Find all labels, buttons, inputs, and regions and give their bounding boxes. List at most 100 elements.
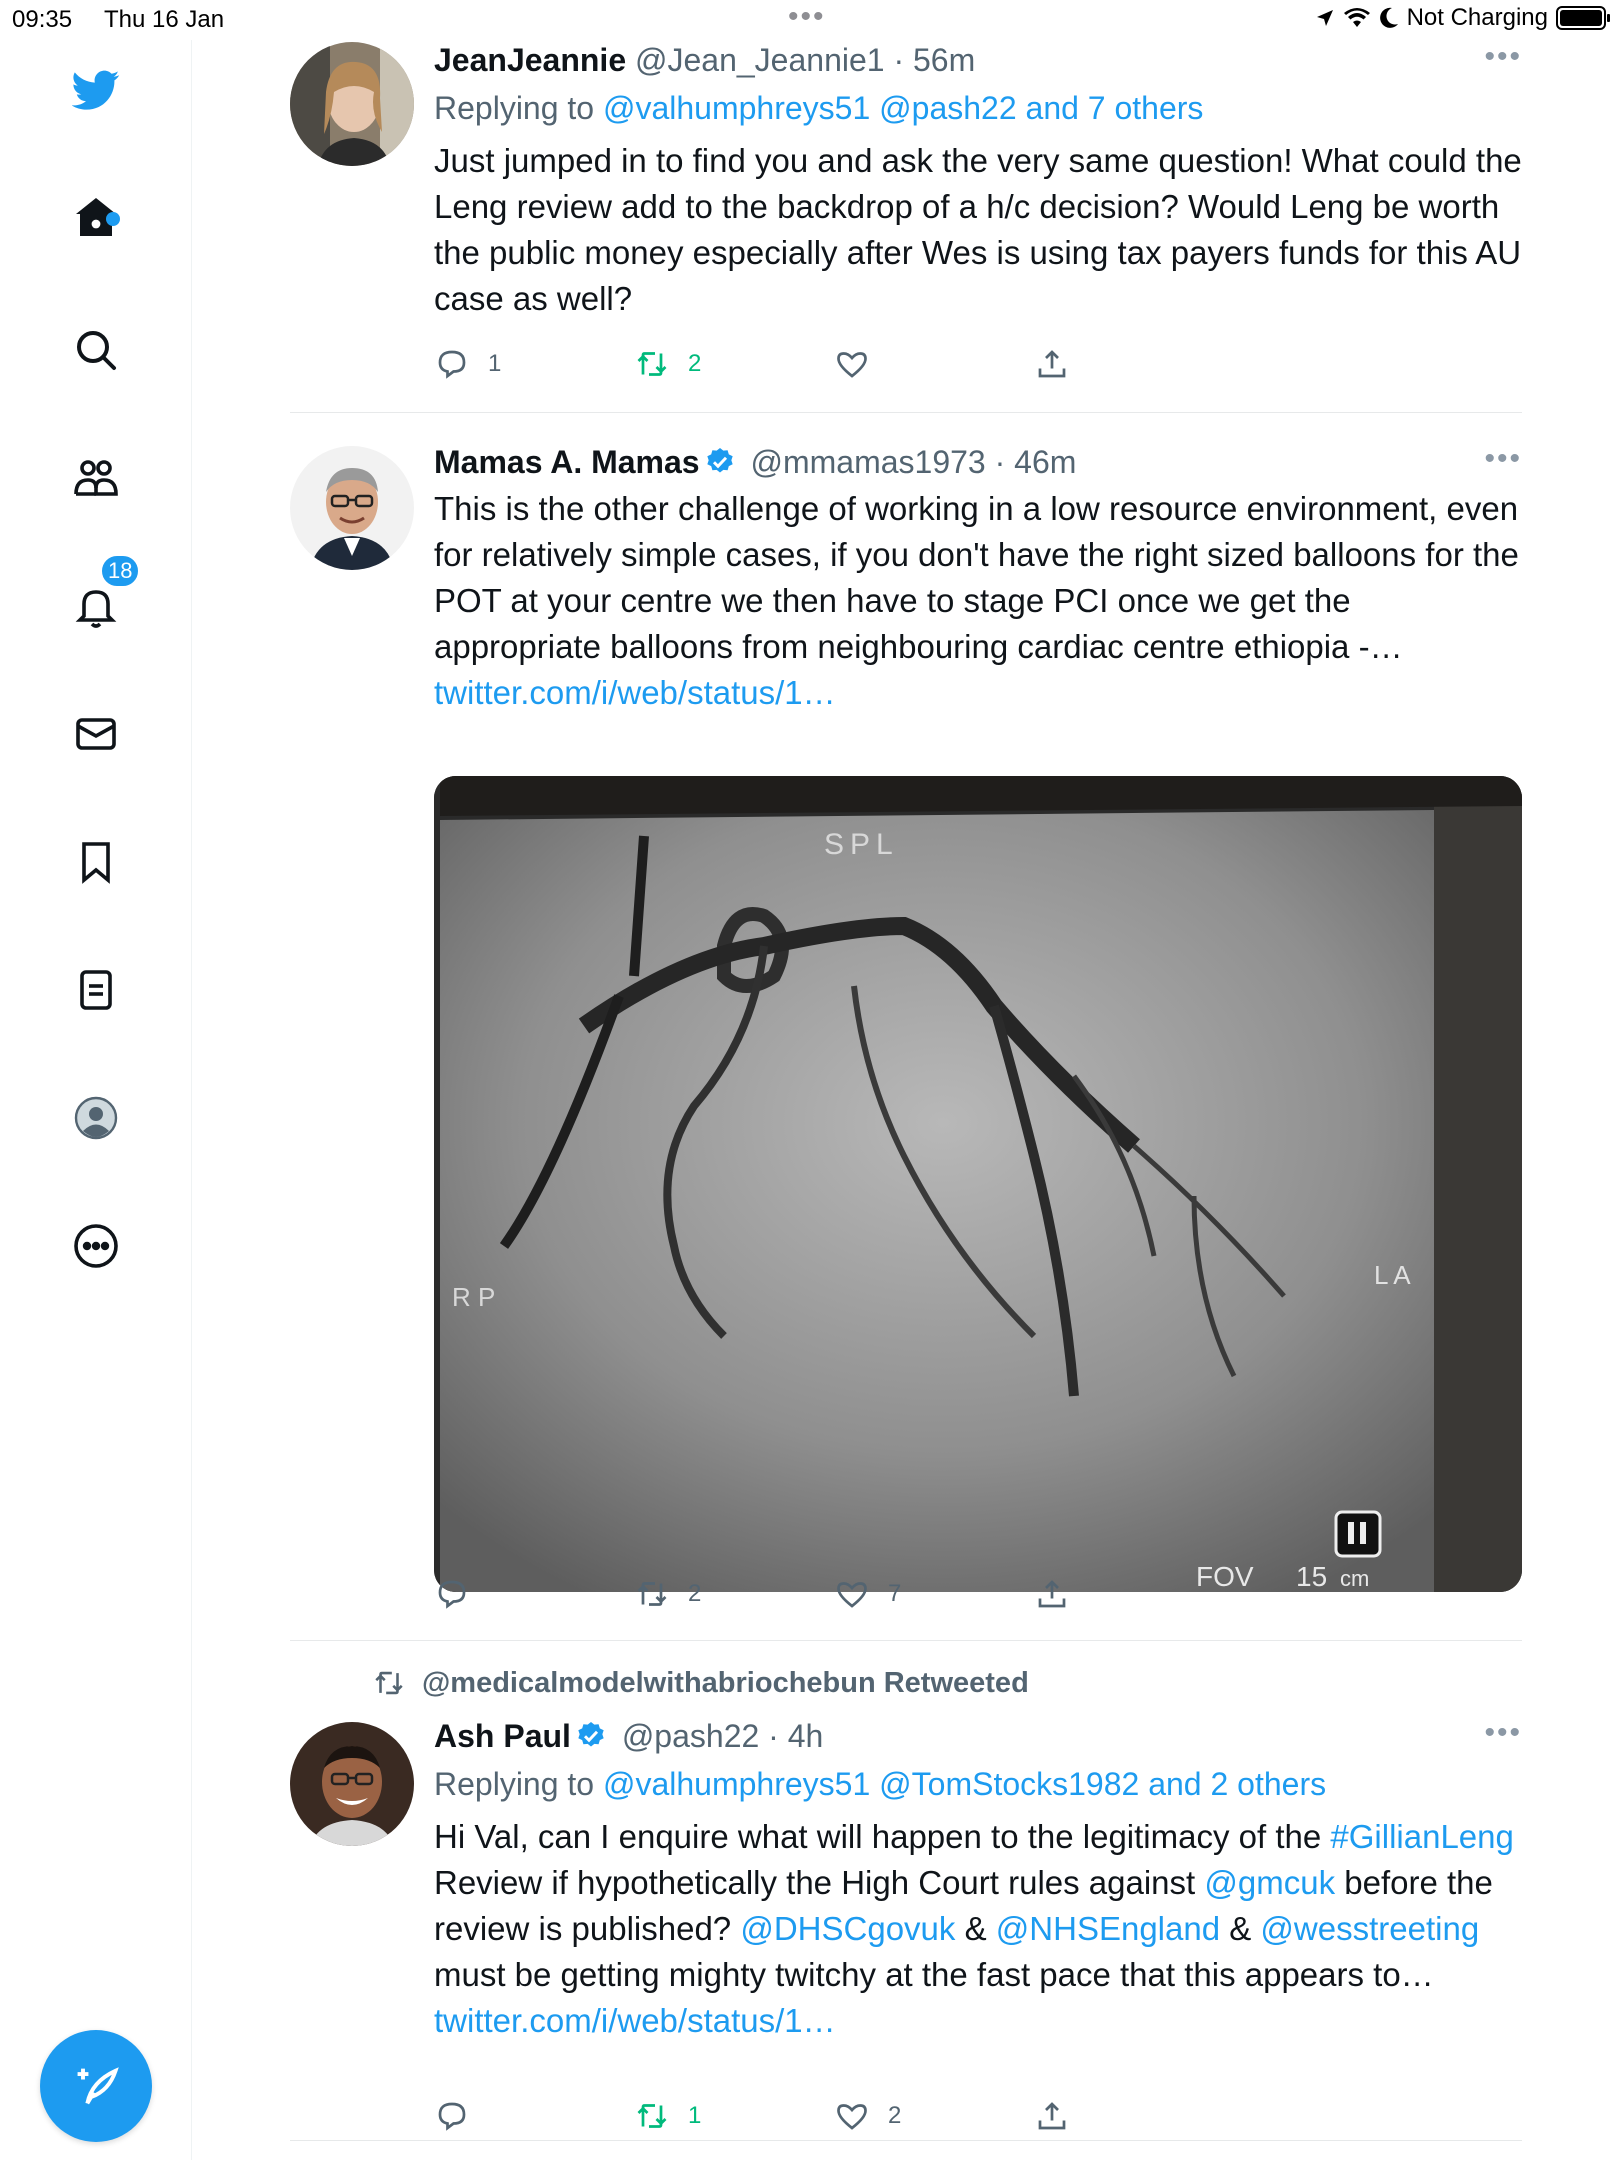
- tweet-text-part: &: [955, 1910, 996, 1947]
- retweet-count: 2: [688, 350, 702, 377]
- location-arrow-icon: [1316, 10, 1333, 26]
- pause-icon: [1334, 1510, 1382, 1558]
- tweet-link[interactable]: twitter.com/i/web/status/1…: [434, 2002, 836, 2039]
- search-icon[interactable]: [66, 320, 126, 380]
- battery-status-text: Not Charging: [1406, 4, 1548, 31]
- heart-icon: [837, 1582, 867, 1608]
- tweet-text: This is the other challenge of working i…: [434, 486, 1522, 716]
- replying-to-links[interactable]: @valhumphreys51 @pash22 and 7 others: [603, 90, 1203, 126]
- tweet-actions: 1 2: [434, 2098, 1134, 2138]
- tweet-text-body: This is the other challenge of working i…: [434, 490, 1519, 665]
- reply-icon: [438, 1580, 466, 1609]
- more-options-icon[interactable]: [66, 1216, 126, 1276]
- verified-badge-icon: [706, 448, 733, 473]
- share-icon: [1038, 2102, 1066, 2130]
- retweet-button[interactable]: 1: [634, 2098, 701, 2134]
- image-label-top: SPL: [824, 828, 899, 861]
- tweet-actions: 1 2: [434, 346, 1134, 386]
- like-button[interactable]: [834, 346, 888, 382]
- heart-icon: [837, 2104, 867, 2130]
- share-button[interactable]: [1034, 1576, 1070, 1612]
- tweet-header: Ash Paul @pash22 · 4h: [434, 1716, 1522, 1756]
- mention-link[interactable]: @wesstreeting: [1260, 1910, 1479, 1947]
- retweet-count: 2: [688, 1580, 702, 1607]
- tweet-text: Just jumped in to find you and ask the v…: [434, 142, 1522, 317]
- image-fov-value: 15: [1296, 1561, 1327, 1592]
- multitasking-dots-icon[interactable]: •••: [788, 0, 826, 34]
- tweet-time[interactable]: 56m: [913, 42, 975, 78]
- image-fov-label: FOV: [1196, 1561, 1254, 1592]
- retweet-button[interactable]: 2: [634, 1576, 701, 1612]
- compose-tweet-button[interactable]: [40, 2030, 152, 2142]
- reply-count: 1: [488, 350, 502, 377]
- twitter-logo-icon[interactable]: [66, 60, 126, 120]
- retweeted-by-label[interactable]: @medicalmodelwithabriochebun Retweeted: [422, 1667, 1029, 1700]
- notifications-badge: 18: [100, 554, 141, 588]
- author-handle[interactable]: @pash22: [622, 1718, 759, 1754]
- tweet-text-part: &: [1220, 1910, 1261, 1947]
- replying-to: Replying to @valhumphreys51 @TomStocks19…: [434, 1762, 1522, 1806]
- tweet-text-part: must be getting mighty twitchy at the fa…: [434, 1956, 1434, 1993]
- tweet-divider: [290, 2140, 1522, 2141]
- separator-dot: ·: [994, 444, 1015, 480]
- heart-icon: [837, 352, 867, 378]
- share-button[interactable]: [1034, 2098, 1070, 2134]
- bookmarks-icon[interactable]: [66, 832, 126, 892]
- tweet-image-angiogram[interactable]: SPL R P L A FOV 15 cm: [434, 776, 1522, 1592]
- replying-to: Replying to @valhumphreys51 @pash22 and …: [434, 86, 1522, 130]
- tweet-header: JeanJeannie @Jean_Jeannie1 · 56m: [434, 40, 1522, 80]
- status-bar: 09:35 Thu 16 Jan ••• Not Charging: [0, 0, 1620, 40]
- author-handle[interactable]: @Jean_Jeannie1: [635, 42, 885, 78]
- tweet-more-icon[interactable]: •••: [1484, 1716, 1522, 1750]
- replying-to-links[interactable]: @valhumphreys51 @TomStocks1982 and 2 oth…: [603, 1766, 1326, 1802]
- verified-badge-icon: [578, 1722, 604, 1747]
- mention-link[interactable]: @gmcuk: [1204, 1864, 1335, 1901]
- avatar[interactable]: [290, 1722, 414, 1846]
- reply-button[interactable]: [434, 1576, 488, 1612]
- tweet-time[interactable]: 46m: [1014, 444, 1076, 480]
- hashtag-link[interactable]: #GillianLeng: [1330, 1818, 1513, 1855]
- share-button[interactable]: [1034, 346, 1070, 382]
- compose-feather-icon: [77, 2067, 119, 2105]
- moon-icon: [1379, 7, 1398, 28]
- like-button[interactable]: 7: [834, 1576, 901, 1612]
- mention-link[interactable]: @NHSEngland: [996, 1910, 1220, 1947]
- tweet-text-part: Hi Val, can I enquire what will happen t…: [434, 1818, 1331, 1855]
- reply-icon: [438, 2102, 466, 2131]
- reply-button[interactable]: 1: [434, 346, 501, 382]
- image-label-right: L A: [1374, 1260, 1411, 1290]
- home-new-indicator: [106, 212, 120, 226]
- retweeted-by: @medicalmodelwithabriochebun Retweeted: [372, 1666, 1029, 1700]
- image-label-left: R P: [452, 1282, 495, 1312]
- communities-icon[interactable]: [66, 448, 126, 508]
- like-count: 7: [888, 1580, 902, 1607]
- tweet-text: Hi Val, can I enquire what will happen t…: [434, 1814, 1522, 2044]
- profile-avatar-icon[interactable]: [66, 1088, 126, 1148]
- author-handle[interactable]: @mmamas1973: [750, 444, 985, 480]
- retweet-icon: [637, 352, 667, 376]
- avatar[interactable]: [290, 42, 414, 166]
- messages-icon[interactable]: [66, 704, 126, 764]
- share-icon: [1038, 1580, 1066, 1608]
- mention-link[interactable]: @DHSCgovuk: [740, 1910, 955, 1947]
- author-name[interactable]: Mamas A. Mamas: [434, 444, 700, 480]
- replying-prefix: Replying to: [434, 1766, 603, 1802]
- tweet-divider: [290, 1640, 1522, 1641]
- battery-icon: [1556, 6, 1610, 30]
- tweet-more-icon[interactable]: •••: [1484, 442, 1522, 476]
- separator-dot: ·: [768, 1718, 788, 1754]
- author-name[interactable]: JeanJeannie: [434, 42, 626, 78]
- reply-button[interactable]: [434, 2098, 488, 2134]
- tweet-more-icon[interactable]: •••: [1484, 40, 1522, 74]
- tweet-text-part: Review if hypothetically the High Court …: [434, 1864, 1205, 1901]
- separator-dot: ·: [893, 42, 913, 78]
- lists-icon[interactable]: [66, 960, 126, 1020]
- retweet-button[interactable]: 2: [634, 346, 701, 382]
- tweet-divider: [290, 412, 1522, 413]
- sidebar-nav: 18: [0, 40, 192, 2160]
- author-name[interactable]: Ash Paul: [434, 1718, 571, 1754]
- like-button[interactable]: 2: [834, 2098, 901, 2134]
- tweet-link[interactable]: twitter.com/i/web/status/1…: [434, 674, 836, 711]
- tweet-time[interactable]: 4h: [788, 1718, 824, 1754]
- avatar[interactable]: [290, 446, 414, 570]
